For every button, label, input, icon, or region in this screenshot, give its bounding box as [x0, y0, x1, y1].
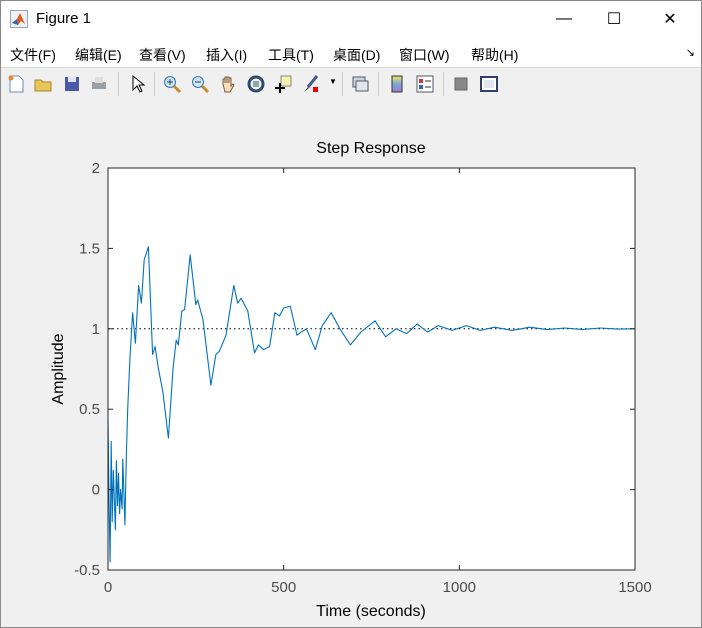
toolbar-separator	[378, 72, 379, 96]
data-cursor-icon[interactable]	[273, 74, 293, 94]
link-plot-icon[interactable]	[350, 74, 370, 94]
show-plot-tools-icon[interactable]	[479, 74, 499, 94]
matlab-logo-icon	[10, 10, 28, 28]
hide-plot-tools-icon[interactable]	[451, 74, 471, 94]
zoom-out-icon[interactable]	[190, 74, 210, 94]
x-axis-label: Time (seconds)	[316, 603, 426, 620]
open-file-icon[interactable]	[33, 74, 53, 94]
legend-icon[interactable]	[415, 74, 435, 94]
new-figure-icon[interactable]	[6, 74, 26, 94]
menu-insert[interactable]: 插入(I)	[206, 45, 247, 65]
x-tick-label: 1000	[443, 579, 476, 596]
menu-desktop[interactable]: 桌面(D)	[333, 45, 380, 65]
window-title: Figure 1	[36, 10, 92, 27]
x-tick-label: 500	[271, 579, 296, 596]
toolbar-separator	[118, 72, 119, 96]
axes-background	[108, 168, 635, 570]
chart-title: Step Response	[316, 140, 426, 157]
menu-help[interactable]: 帮助(H)	[471, 45, 518, 65]
y-tick-label: 1	[92, 321, 100, 338]
rotate-3d-icon[interactable]	[246, 74, 266, 94]
x-tick-label: 0	[104, 579, 112, 596]
minimize-button[interactable]: —	[541, 1, 587, 37]
save-icon[interactable]	[62, 74, 82, 94]
menu-window[interactable]: 窗口(W)	[399, 45, 450, 65]
close-button[interactable]: ✕	[647, 1, 693, 37]
y-tick-label: 0.5	[79, 401, 100, 418]
step-response-chart: 0 500 1000 1500 -0.500.511.52 Step Response…	[50, 140, 652, 620]
menu-file[interactable]: 文件(F)	[10, 45, 56, 65]
toolbar-dock-icon[interactable]: ↘	[686, 46, 695, 59]
toolbar-separator	[154, 72, 155, 96]
toolbar-separator	[443, 72, 444, 96]
y-tick-label: 2	[92, 160, 100, 177]
maximize-button[interactable]: ☐	[591, 1, 637, 37]
x-tick-label: 1500	[618, 579, 651, 596]
y-tick-label: -0.5	[74, 562, 100, 579]
brush-dropdown-icon[interactable]: ▼	[329, 77, 337, 86]
pan-hand-icon[interactable]	[218, 74, 238, 94]
brush-icon[interactable]	[301, 74, 321, 94]
print-icon[interactable]	[89, 74, 109, 94]
figure-window: Figure 1 — ☐ ✕ 文件(F) 编辑(E) 查看(V) 插入(I) 工…	[0, 0, 702, 628]
y-tick-label: 1.5	[79, 240, 100, 257]
title-bar: Figure 1 — ☐ ✕	[1, 1, 701, 37]
menu-bar: 文件(F) 编辑(E) 查看(V) 插入(I) 工具(T) 桌面(D) 窗口(W…	[1, 37, 701, 67]
pointer-icon[interactable]	[127, 74, 147, 94]
y-axis-label: Amplitude	[50, 333, 67, 404]
figure-toolbar: ▼	[1, 67, 701, 100]
zoom-in-icon[interactable]	[162, 74, 182, 94]
toolbar-separator	[342, 72, 343, 96]
y-tick-label: 0	[92, 482, 100, 499]
menu-view[interactable]: 查看(V)	[139, 45, 186, 65]
menu-edit[interactable]: 编辑(E)	[75, 45, 122, 65]
colorbar-icon[interactable]	[387, 74, 407, 94]
menu-tools[interactable]: 工具(T)	[268, 45, 314, 65]
